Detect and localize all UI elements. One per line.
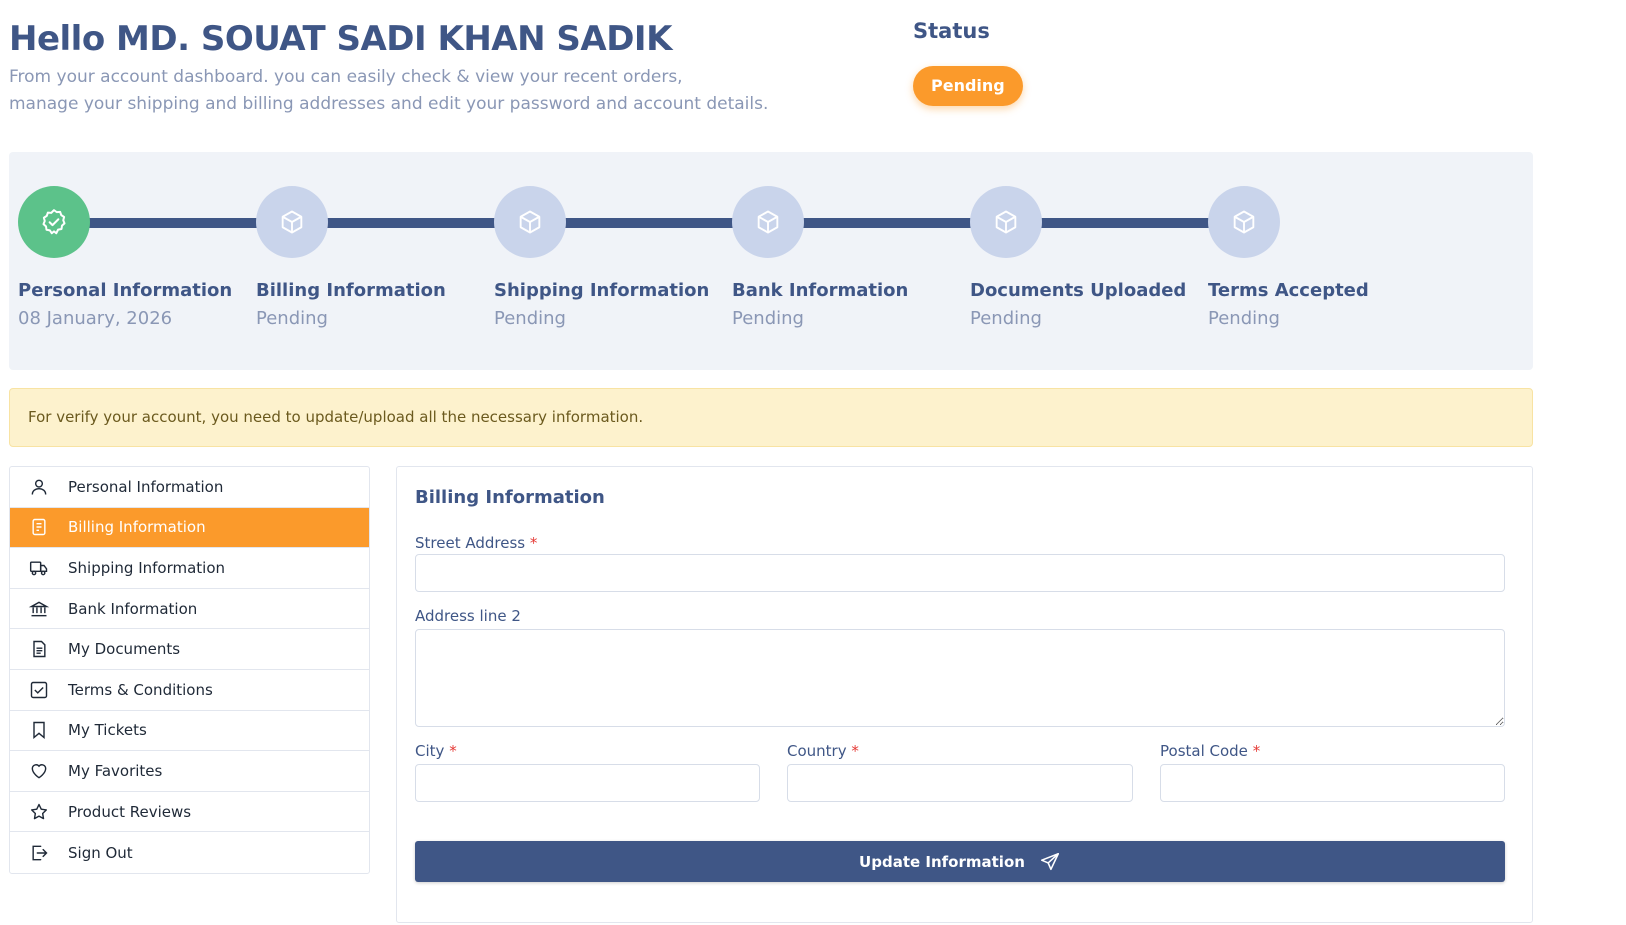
sidebar-item-my-documents[interactable]: My Documents <box>10 629 369 670</box>
checkbox-icon <box>28 679 50 701</box>
step-circle-pending <box>1208 186 1280 258</box>
street-address-input[interactable] <box>415 554 1505 592</box>
page-title: Hello MD. SOUAT SADI KHAN SADIK <box>9 19 672 59</box>
step-title: Documents Uploaded <box>970 280 1187 301</box>
dashboard-greeting: Hello MD. SOUAT SADI KHAN SADIK From you… <box>9 16 829 118</box>
account-sidebar-menu: Personal Information Billing Information… <box>9 466 370 874</box>
street-address-label: Street Address * <box>415 534 538 552</box>
sidebar-item-bank-information[interactable]: Bank Information <box>10 589 369 630</box>
step-circle-pending <box>732 186 804 258</box>
step-documents-uploaded: Documents Uploaded Pending <box>970 186 1210 329</box>
step-subtitle: Pending <box>256 308 328 329</box>
step-circle-pending <box>256 186 328 258</box>
step-title: Shipping Information <box>494 280 710 301</box>
step-bank-information: Bank Information Pending <box>732 186 972 329</box>
user-icon <box>28 476 50 498</box>
box-icon <box>757 210 779 234</box>
required-mark: * <box>529 534 538 552</box>
receipt-icon <box>28 516 50 538</box>
bookmark-icon <box>28 719 50 741</box>
step-terms-accepted: Terms Accepted Pending <box>1208 186 1448 329</box>
status-badge: Pending <box>913 66 1023 106</box>
sidebar-item-shipping-information[interactable]: Shipping Information <box>10 548 369 589</box>
sidebar-item-product-reviews[interactable]: Product Reviews <box>10 792 369 833</box>
sidebar-item-label: Bank Information <box>68 599 198 618</box>
step-title: Billing Information <box>256 280 446 301</box>
sidebar-item-label: Personal Information <box>68 477 224 496</box>
sidebar-item-personal-information[interactable]: Personal Information <box>10 467 369 508</box>
sidebar-item-terms-conditions[interactable]: Terms & Conditions <box>10 670 369 711</box>
step-subtitle: Pending <box>732 308 804 329</box>
sidebar-item-label: My Favorites <box>68 761 163 780</box>
step-circle-done <box>18 186 90 258</box>
step-title: Terms Accepted <box>1208 280 1369 301</box>
description-line-2: manage your shipping and billing address… <box>9 94 769 114</box>
box-icon <box>519 210 541 234</box>
required-mark: * <box>1252 742 1261 760</box>
box-icon <box>1233 210 1255 234</box>
sidebar-item-my-favorites[interactable]: My Favorites <box>10 751 369 792</box>
city-label: City * <box>415 742 457 760</box>
step-subtitle: Pending <box>970 308 1042 329</box>
box-icon <box>995 210 1017 234</box>
sidebar-item-label: Shipping Information <box>68 558 226 577</box>
country-label: Country * <box>787 742 859 760</box>
star-icon <box>28 801 50 823</box>
sidebar-item-label: Terms & Conditions <box>68 680 213 699</box>
verification-alert: For verify your account, you need to upd… <box>9 388 1533 447</box>
step-billing-information: Billing Information Pending <box>256 186 496 329</box>
heart-icon <box>28 760 50 782</box>
sidebar-item-billing-information[interactable]: Billing Information <box>10 507 369 549</box>
step-subtitle: Pending <box>494 308 566 329</box>
address-line-2-textarea[interactable] <box>415 629 1505 727</box>
account-status: Status Pending <box>913 16 1023 106</box>
dashboard-description: From your account dashboard. you can eas… <box>9 64 829 118</box>
postal-code-input[interactable] <box>1160 764 1505 802</box>
sidebar-item-label: My Documents <box>68 640 181 659</box>
status-title: Status <box>913 19 990 43</box>
sidebar-item-label: Product Reviews <box>68 802 192 821</box>
sign-out-icon <box>28 842 50 864</box>
step-circle-pending <box>970 186 1042 258</box>
country-input[interactable] <box>787 764 1133 802</box>
update-information-label: Update Information <box>859 852 1025 871</box>
truck-icon <box>28 557 50 579</box>
postal-code-label: Postal Code * <box>1160 742 1261 760</box>
update-information-button[interactable]: Update Information <box>415 841 1505 882</box>
verification-progress-stepper: Personal Information 08 January, 2026 Bi… <box>9 152 1533 370</box>
step-subtitle: Pending <box>1208 308 1280 329</box>
send-icon <box>1040 852 1059 870</box>
bank-icon <box>28 598 50 620</box>
sidebar-item-label: My Tickets <box>68 721 147 740</box>
sidebar-item-label: Sign Out <box>68 843 133 862</box>
box-icon <box>281 210 303 234</box>
description-line-1: From your account dashboard. you can eas… <box>9 67 683 87</box>
document-icon <box>28 638 50 660</box>
sidebar-item-sign-out[interactable]: Sign Out <box>10 832 369 873</box>
billing-information-form: Billing Information Street Address * Add… <box>396 466 1533 923</box>
sidebar-item-label: Billing Information <box>68 518 206 537</box>
step-personal-information: Personal Information 08 January, 2026 <box>18 186 258 329</box>
form-title: Billing Information <box>415 487 605 508</box>
step-title: Bank Information <box>732 280 909 301</box>
sidebar-item-my-tickets[interactable]: My Tickets <box>10 711 369 752</box>
required-mark: * <box>449 742 457 760</box>
address-line-2-label: Address line 2 <box>415 607 521 625</box>
required-mark: * <box>851 742 859 760</box>
city-input[interactable] <box>415 764 760 802</box>
step-title: Personal Information <box>18 280 233 301</box>
check-badge-icon <box>42 209 66 235</box>
step-shipping-information: Shipping Information Pending <box>494 186 734 329</box>
step-subtitle: 08 January, 2026 <box>18 308 173 329</box>
step-circle-pending <box>494 186 566 258</box>
